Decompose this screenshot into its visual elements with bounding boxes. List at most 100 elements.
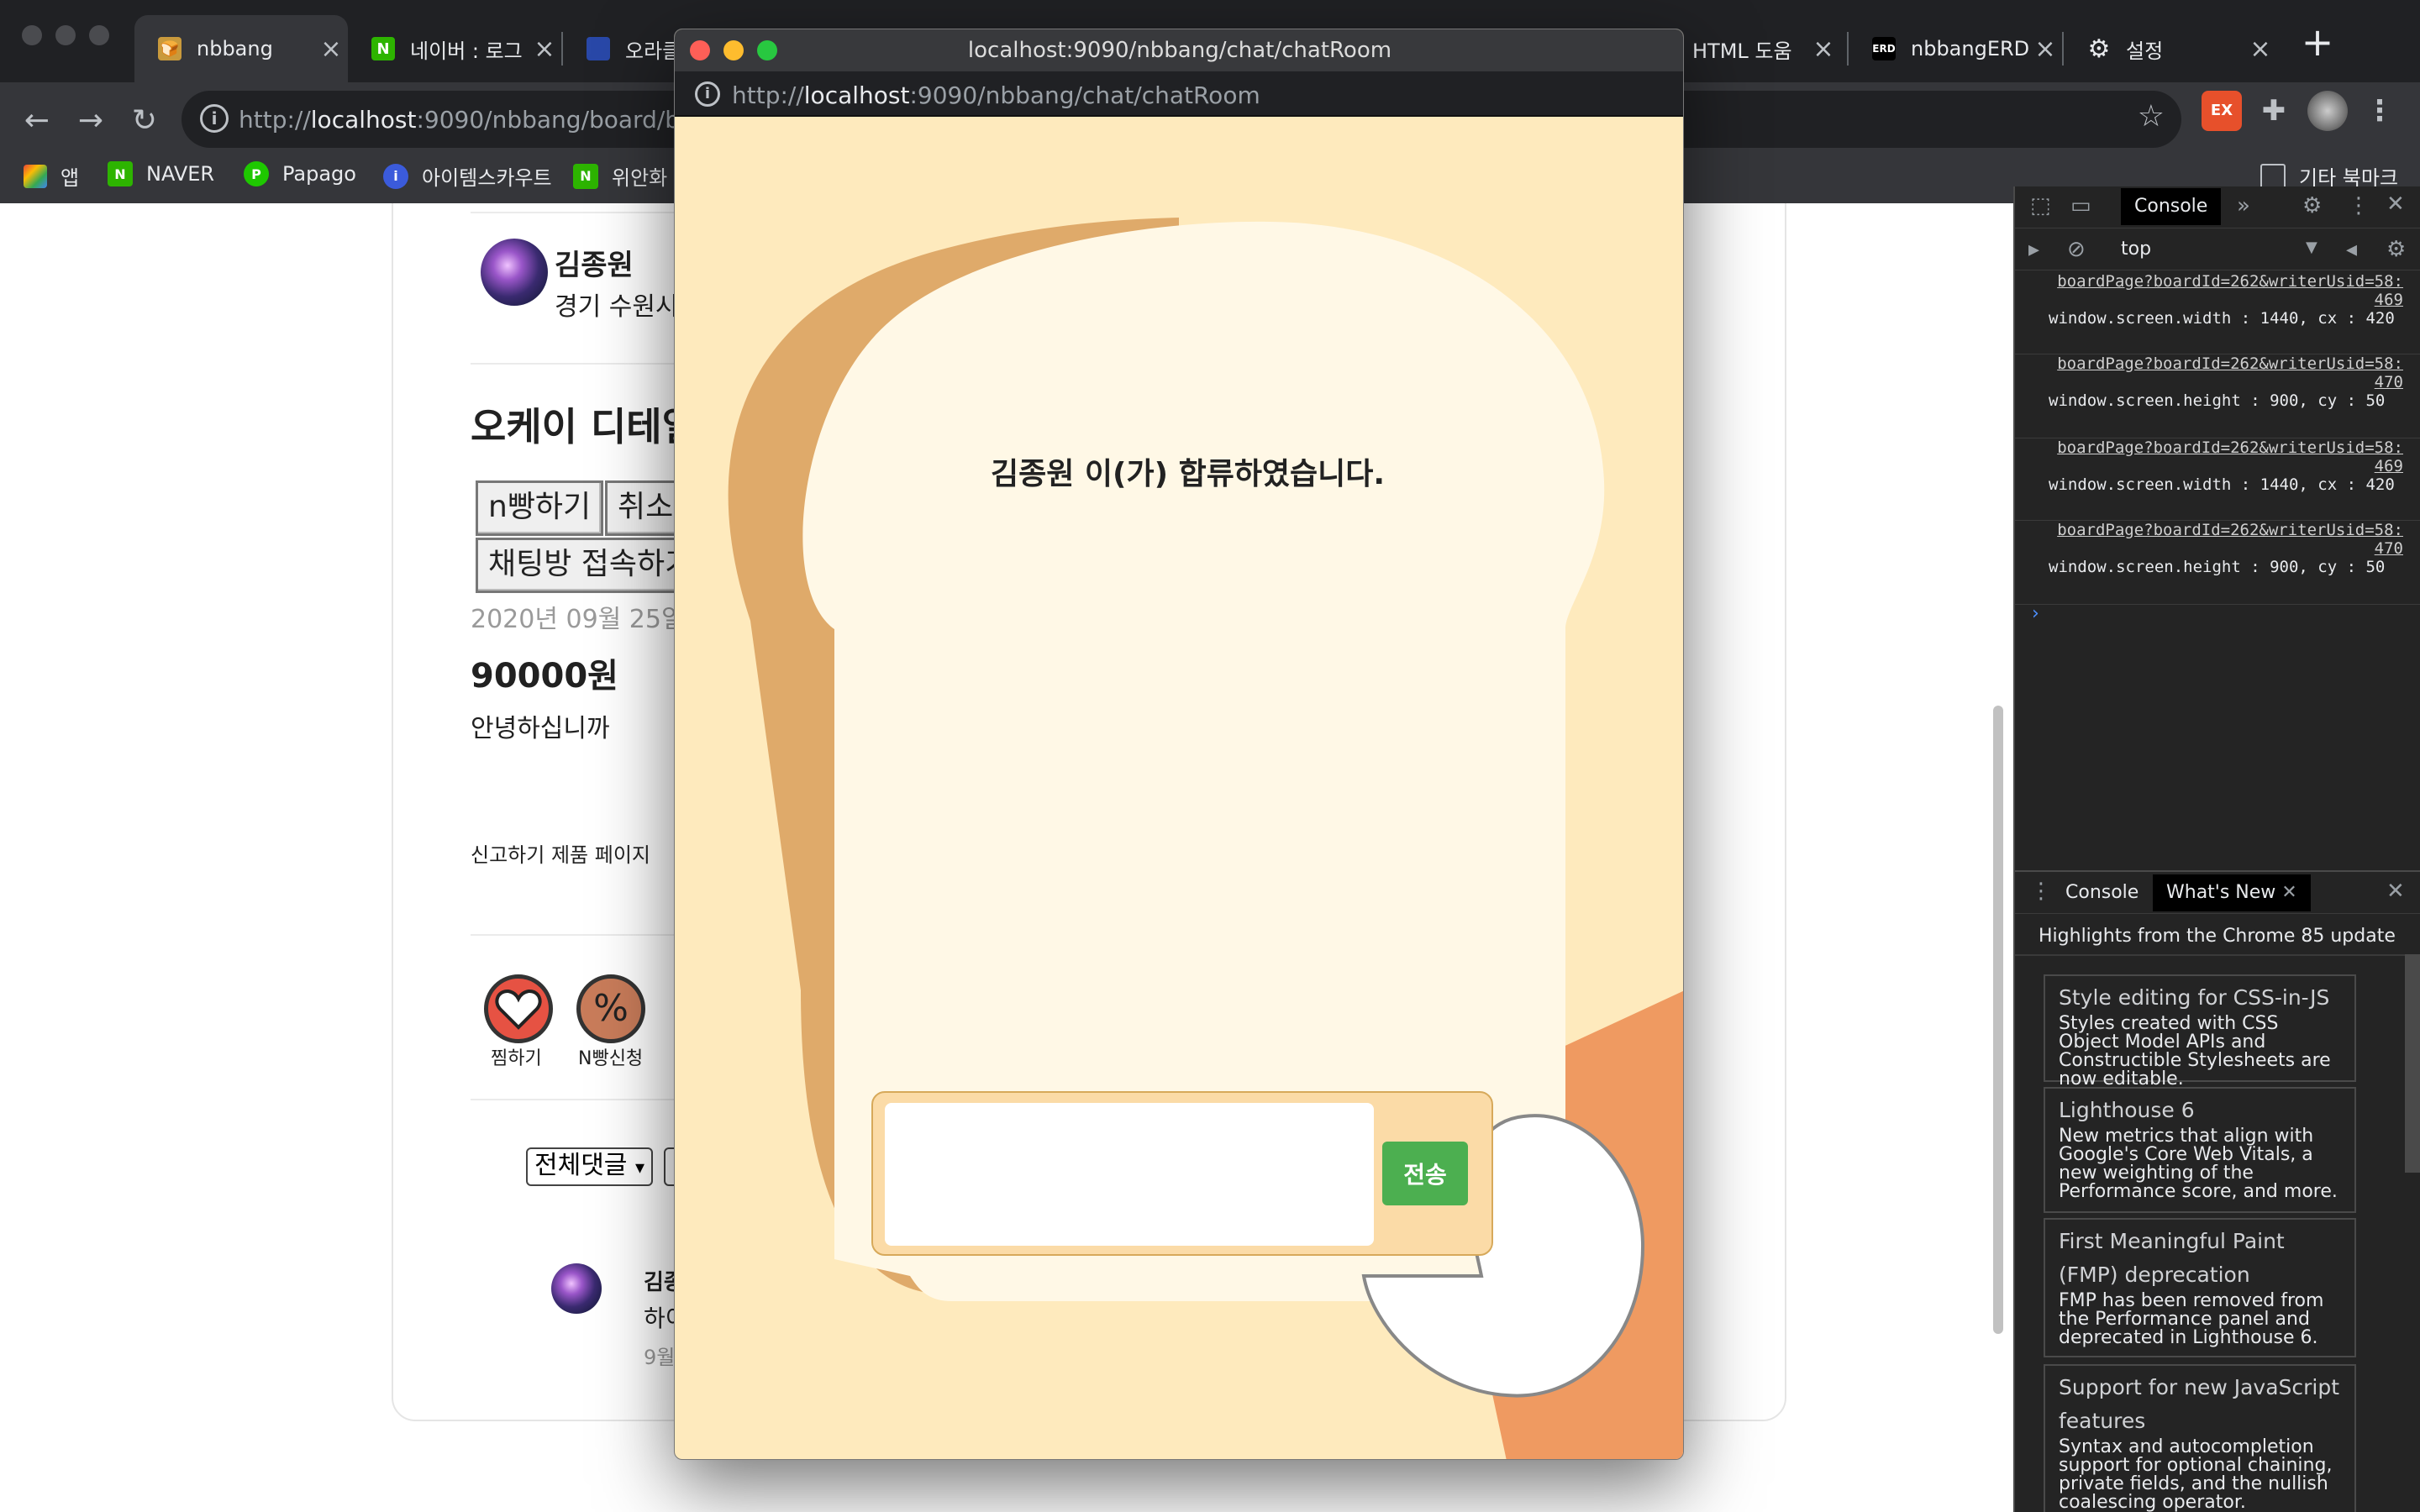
inspect-element-icon[interactable]: ⬚ [2030, 193, 2051, 218]
close-tab-icon[interactable]: × [2244, 34, 2277, 64]
like-label: 찜하기 [491, 1048, 542, 1069]
window-close-button[interactable] [22, 25, 42, 45]
report-link[interactable]: 신고하기 제품 페이지 [471, 838, 650, 868]
device-toolbar-icon[interactable]: ▭ [2070, 193, 2091, 218]
chat-room-button[interactable]: 채팅방 접속하기 [476, 538, 686, 593]
close-tab-icon[interactable]: × [1807, 34, 1840, 64]
close-icon[interactable]: ✕ [2281, 882, 2296, 903]
tab-nbbang[interactable]: 🍞 nbbang × [134, 15, 348, 82]
drawer-scrollbar[interactable] [2405, 954, 2420, 1173]
console-log-entry: boardPage?boardId=262&writerUsid=58:470 … [2015, 521, 2420, 605]
bookmark-apps[interactable]: 앱 [24, 161, 79, 191]
close-tab-icon[interactable]: × [314, 34, 348, 64]
window-zoom-button[interactable] [89, 25, 109, 45]
bookmark-naver[interactable]: N NAVER [108, 161, 214, 186]
tab-label: nbbang [197, 37, 273, 60]
gear-icon: ⚙ [2087, 34, 2111, 64]
close-tab-icon[interactable]: × [528, 34, 561, 64]
bookmark-itemscout[interactable]: i 아이템스카우트 [383, 161, 552, 191]
console-prompt-icon[interactable]: › [2032, 603, 2039, 624]
avatar[interactable] [481, 239, 548, 306]
percent-icon: % [593, 987, 629, 1030]
more-tabs-icon[interactable]: » [2237, 193, 2250, 218]
page-scrollbar[interactable] [1993, 706, 2003, 1334]
new-tab-button[interactable]: + [2294, 20, 2341, 67]
card-body: New metrics that align with Google's Cor… [2059, 1126, 2338, 1202]
profile-avatar[interactable] [2307, 91, 2348, 131]
log-source-link[interactable]: boardPage?boardId=262&writerUsid=58:469 [2052, 438, 2403, 475]
naver-icon: N [108, 161, 133, 186]
drawer-tab-bar: ⋮ Console What's New ✕ ✕ [2015, 872, 2420, 914]
popup-minimize-button[interactable] [723, 40, 744, 60]
clear-console-icon[interactable]: ⊘ [2067, 237, 2086, 262]
whats-new-card[interactable]: Lighthouse 6 New metrics that align with… [2044, 1087, 2356, 1213]
close-drawer-icon[interactable]: ✕ [2386, 879, 2405, 904]
log-message: window.screen.height : 900, cy : 50 [2049, 558, 2386, 576]
menu-kebab-icon[interactable]: ⋮ [2348, 193, 2370, 218]
window-minimize-button[interactable] [55, 25, 76, 45]
address-url[interactable]: http://localhost:9090/nbbang/board/bo [239, 106, 694, 134]
tab-naver-login[interactable]: N 네이버 : 로그 × [348, 15, 561, 82]
comment-filter-select[interactable]: 전체댓글 ▾ [526, 1147, 653, 1186]
popup-zoom-button[interactable] [757, 40, 777, 60]
nbbang-apply-button[interactable]: % [576, 974, 645, 1043]
extension-ex-icon[interactable]: EX [2202, 91, 2242, 131]
nbbang-button[interactable]: n빵하기 [476, 480, 604, 536]
popup-close-button[interactable] [690, 40, 710, 60]
tab-html-help[interactable]: HTML 도움 × [1684, 15, 1840, 82]
bread-background-illustration [728, 218, 1683, 1459]
forward-arrow-icon[interactable]: → [67, 97, 114, 144]
chevron-down-icon[interactable]: ▼ [2306, 239, 2317, 256]
drawer-menu-icon[interactable]: ⋮ [2030, 879, 2052, 904]
like-heart-button[interactable] [484, 974, 553, 1043]
folder-icon [2260, 163, 2286, 189]
bookmark-yuan[interactable]: N 위안화 [573, 161, 667, 191]
log-message: window.screen.width : 1440, cx : 420 [2049, 309, 2395, 328]
console-log-entry: boardPage?boardId=262&writerUsid=58:469 … [2015, 438, 2420, 521]
sidebar-toggle-icon[interactable]: ▸ [2028, 237, 2039, 262]
settings-gear-icon[interactable]: ⚙ [2302, 193, 2322, 218]
log-source-link[interactable]: boardPage?boardId=262&writerUsid=58:469 [2052, 272, 2403, 309]
author-name[interactable]: 김종원 [555, 242, 634, 283]
comment-avatar[interactable] [551, 1263, 602, 1314]
tab-label: HTML 도움 [1692, 39, 1792, 63]
chat-input-container: 전송 [871, 1091, 1493, 1256]
site-info-icon[interactable]: i [200, 104, 229, 133]
post-date: 2020년 09월 25일 [471, 605, 685, 634]
back-arrow-icon[interactable]: ← [13, 97, 60, 144]
card-body: Syntax and autocompletion support for op… [2059, 1436, 2333, 1512]
chevron-down-icon: ▾ [634, 1158, 644, 1179]
bookmark-star-icon[interactable]: ☆ [2138, 99, 2165, 134]
tab-label: 설정 [2126, 39, 2164, 63]
reload-icon[interactable]: ↻ [121, 97, 168, 144]
drawer-tab-console[interactable]: Console [2052, 874, 2152, 911]
log-source-link[interactable]: boardPage?boardId=262&writerUsid=58:470 [2052, 354, 2403, 391]
drawer-tab-whats-new[interactable]: What's New ✕ [2153, 874, 2311, 911]
tab-nbbang-erd[interactable]: ERD nbbangERD × [1849, 15, 2062, 82]
whats-new-card[interactable]: Style editing for CSS-in-JS Styles creat… [2044, 974, 2356, 1089]
tab-oracle[interactable]: 오라클 [563, 15, 681, 82]
send-button[interactable]: 전송 [1382, 1142, 1468, 1205]
log-message: window.screen.width : 1440, cx : 420 [2049, 475, 2395, 494]
chevron-left-icon[interactable]: ◂ [2346, 237, 2357, 262]
message-input[interactable] [885, 1103, 1374, 1246]
context-selector[interactable]: top [2121, 239, 2151, 260]
site-info-icon[interactable]: i [695, 81, 720, 107]
menu-kebab-icon[interactable]: ⋮ [2360, 91, 2400, 131]
nbbang-favicon-icon: 🍞 [158, 37, 182, 60]
tab-settings[interactable]: ⚙ 설정 × [2064, 15, 2277, 82]
card-title: Support for new JavaScript features [2059, 1375, 2340, 1433]
tab-console[interactable]: Console [2121, 188, 2222, 225]
whats-new-card[interactable]: First Meaningful Paint (FMP) deprecation… [2044, 1218, 2356, 1357]
cancel-button[interactable]: 취소 [605, 480, 681, 536]
whats-new-card[interactable]: Support for new JavaScript features Synt… [2044, 1364, 2356, 1512]
close-tab-icon[interactable]: × [2028, 34, 2062, 64]
log-source-link[interactable]: boardPage?boardId=262&writerUsid=58:470 [2052, 521, 2403, 558]
bookmark-papago[interactable]: P Papago [244, 161, 356, 186]
extensions-puzzle-icon[interactable]: ✚ [2254, 91, 2294, 131]
console-settings-icon[interactable]: ⚙ [2386, 237, 2406, 262]
close-icon[interactable]: ✕ [2386, 192, 2405, 217]
card-body: Styles created with CSS Object Model API… [2059, 1013, 2331, 1089]
console-toolbar: ▸ ⊘ top ▼ ◂ ⚙ [2015, 228, 2420, 270]
comment-date: 9월 [644, 1346, 676, 1369]
